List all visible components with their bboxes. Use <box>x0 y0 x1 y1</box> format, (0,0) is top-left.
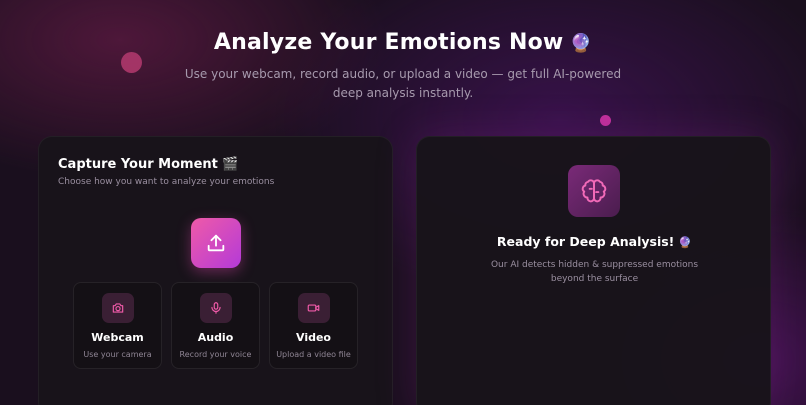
page-subtitle: Use your webcam, record audio, or upload… <box>184 67 622 100</box>
capture-card: Capture Your Moment 🎬 Choose how you wan… <box>38 136 393 405</box>
webcam-label: Webcam <box>91 331 144 344</box>
clapper-emoji: 🎬 <box>222 157 239 172</box>
audio-option[interactable]: Audio Record your voice <box>171 282 260 369</box>
audio-label: Audio <box>197 331 234 344</box>
analysis-card: Ready for Deep Analysis! 🔮 Our AI detects… <box>416 136 771 405</box>
analysis-title: Ready for Deep Analysis! 🔮 <box>417 234 772 249</box>
capture-subtitle: Choose how you want to analyze your emot… <box>58 177 275 187</box>
crystal-ball-emoji: 🔮 <box>678 236 693 249</box>
analysis-subtitle: Our AI detects hidden & suppressed emoti… <box>490 260 699 284</box>
audio-sub: Record your voice <box>179 350 252 359</box>
webcam-icon-box <box>101 293 134 323</box>
video-icon <box>307 304 320 312</box>
video-sub: Upload a video file <box>276 350 351 359</box>
hero-header: Analyze Your Emotions Now 🔮 Use your webc… <box>0 30 806 103</box>
upload-icon <box>207 234 225 252</box>
audio-icon-box <box>199 293 232 323</box>
capture-title: Capture Your Moment 🎬 <box>58 157 239 172</box>
page-title: Analyze Your Emotions Now 🔮 <box>0 30 806 55</box>
crystal-ball-emoji: 🔮 <box>569 33 593 54</box>
analysis-title-text: Ready for Deep Analysis! <box>496 234 675 249</box>
video-label: Video <box>296 331 331 344</box>
brain-icon <box>581 179 607 203</box>
page-title-text: Analyze Your Emotions Now <box>213 30 564 55</box>
brain-icon-box <box>568 165 620 217</box>
capture-title-text: Capture Your Moment <box>58 157 218 172</box>
video-option[interactable]: Video Upload a video file <box>269 282 358 369</box>
decorative-orb-small <box>600 115 611 126</box>
webcam-option[interactable]: Webcam Use your camera <box>73 282 162 369</box>
video-icon-box <box>297 293 330 323</box>
webcam-sub: Use your camera <box>83 350 152 359</box>
upload-button[interactable] <box>191 218 241 268</box>
camera-icon <box>112 303 123 313</box>
microphone-icon <box>210 302 221 314</box>
